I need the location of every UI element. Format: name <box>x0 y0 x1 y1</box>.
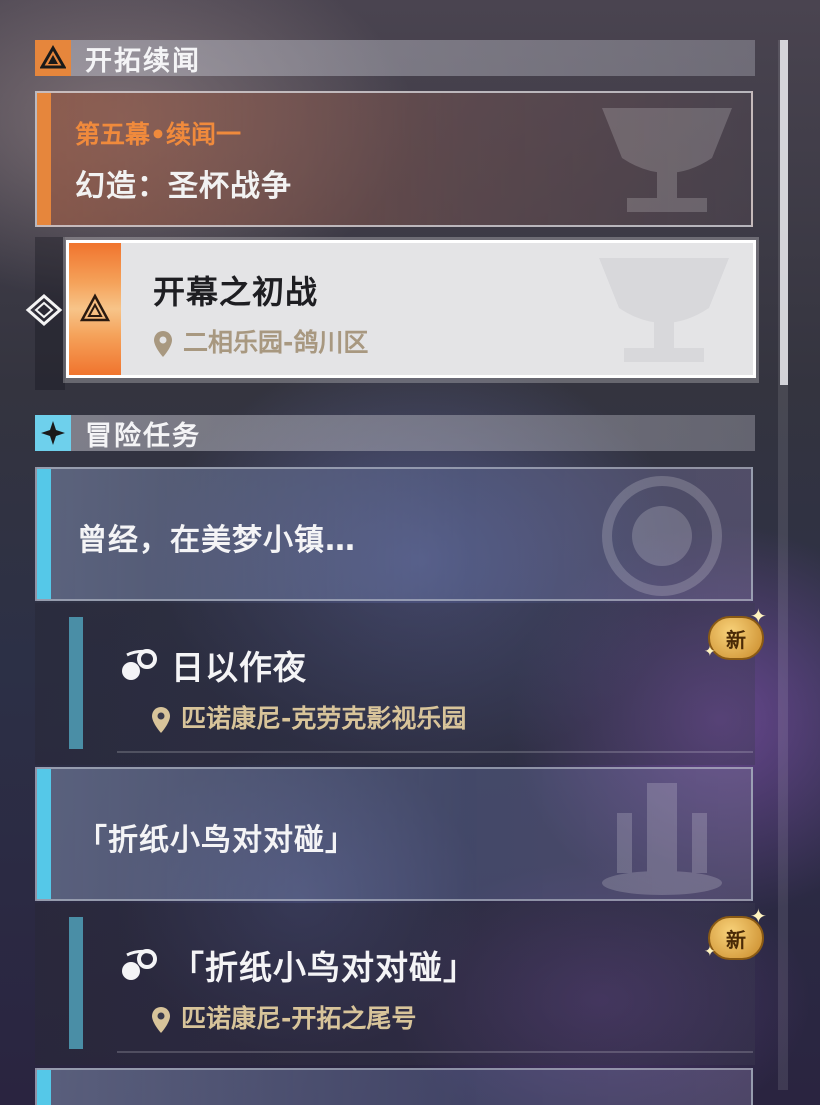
new-badge-label: 新 <box>726 927 746 952</box>
new-badge-label: 新 <box>726 627 746 652</box>
location-pin-icon <box>152 1007 170 1033</box>
quest-accent-bar <box>69 917 83 1049</box>
chapter-title: 幻造：圣杯战争 <box>75 169 292 204</box>
section-title: 开拓续闻 <box>85 45 201 77</box>
trailblaze-quest-icon <box>79 293 111 322</box>
sparkle-icon: ✦ <box>750 904 767 928</box>
sparkle-icon: ✦ <box>704 644 716 660</box>
divider <box>117 1051 753 1053</box>
scrollbar-thumb[interactable] <box>780 40 788 385</box>
quest-location-text: 匹诺康尼-开拓之尾号 <box>181 1004 417 1033</box>
group-accent-bar <box>37 769 51 899</box>
quest-type-icon <box>122 949 157 980</box>
chapter-subtitle: 第五幕•续闻一 <box>75 120 241 149</box>
quest-location-text: 二相乐园-鸽川区 <box>183 328 369 357</box>
trailblaze-icon <box>35 40 71 76</box>
sparkle-icon: ✦ <box>750 604 767 628</box>
location-pin-icon <box>152 707 170 733</box>
clock-emblem-icon <box>602 476 722 596</box>
quest-accent-bar <box>69 617 83 749</box>
quest-title: 「折纸小鸟对对碰」 <box>171 948 477 987</box>
quest-location-text: 匹诺康尼-克劳克影视乐园 <box>181 704 467 733</box>
section-header-adventure: 冒险任务 <box>35 415 755 452</box>
quest-title: 日以作夜 <box>171 648 307 687</box>
quest-title: 开幕之初战 <box>153 273 319 311</box>
selected-quest-card[interactable]: 开幕之初战 二相乐园-鸽川区 <box>66 240 756 378</box>
chalice-emblem-icon <box>602 108 732 212</box>
section-header-trailblaze: 开拓续闻 <box>35 40 755 77</box>
quest-location: 二相乐园-鸽川区 <box>153 323 368 359</box>
location-pin-icon <box>154 331 172 357</box>
adventure-icon <box>35 415 71 451</box>
group-title: 「折纸小鸟对对碰」 <box>77 823 356 858</box>
adventure-group-card[interactable]: 「折纸小鸟对对碰」 <box>35 767 753 901</box>
group-title: 曾经，在美梦小镇… <box>77 523 356 558</box>
adventure-group-card[interactable]: 曾经，在美梦小镇… <box>35 467 753 601</box>
adventure-group-card-partial[interactable] <box>35 1068 753 1105</box>
quest-location: 匹诺康尼-克劳克影视乐园 <box>151 699 466 735</box>
quest-location: 匹诺康尼-开拓之尾号 <box>151 999 416 1035</box>
sparkle-icon: ✦ <box>704 944 716 960</box>
group-accent-bar <box>37 469 51 599</box>
chapter-card[interactable]: 第五幕•续闻一 幻造：圣杯战争 <box>35 91 753 227</box>
tower-emblem-icon <box>602 783 722 895</box>
chapter-accent-bar <box>37 93 51 225</box>
quest-list-item[interactable]: 「折纸小鸟对对碰」 匹诺康尼-开拓之尾号 <box>35 903 755 1065</box>
selection-cursor-icon <box>25 294 63 326</box>
section-title: 冒险任务 <box>85 420 201 452</box>
group-accent-bar <box>37 1070 51 1105</box>
quest-type-icon <box>122 649 157 680</box>
quest-list-item[interactable]: 日以作夜 匹诺康尼-克劳克影视乐园 <box>35 603 755 765</box>
divider <box>117 751 753 753</box>
chalice-emblem-icon <box>599 258 729 362</box>
quest-strip <box>69 243 121 375</box>
